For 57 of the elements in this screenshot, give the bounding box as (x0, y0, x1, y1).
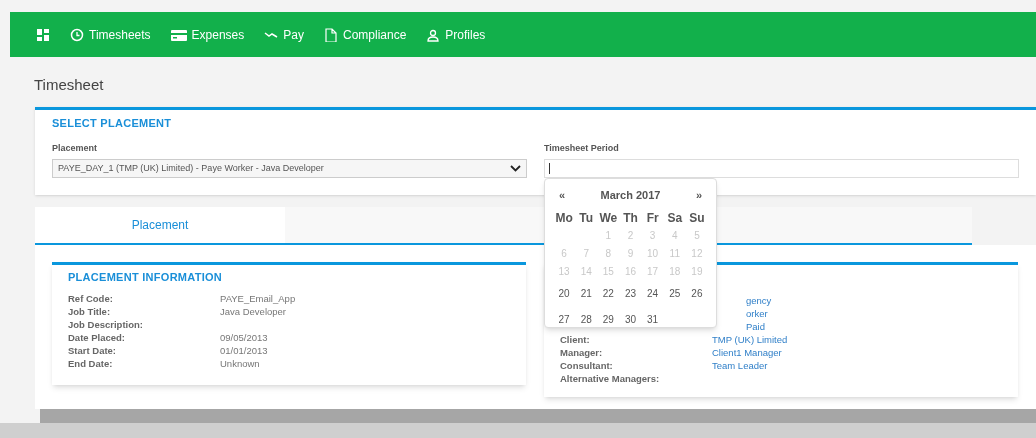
field-label: Date Placed: (68, 330, 127, 344)
field-label: Timesheet Period (544, 141, 620, 155)
field-value: PAYE_Email_App (220, 291, 296, 305)
weekday-label: Sa (666, 209, 684, 227)
previous-month-button[interactable]: « (559, 187, 566, 204)
value-link[interactable]: Team Leader (712, 359, 768, 372)
field-label: Start Date: (68, 343, 118, 357)
value-link[interactable]: Client1 Manager (712, 346, 782, 359)
section-heading: SELECT PLACEMENT (52, 116, 173, 131)
field-value: Java Developer (220, 304, 286, 318)
field-label: Job Title: (68, 304, 112, 318)
user-icon (426, 27, 441, 42)
next-month-button[interactable]: » (695, 187, 702, 204)
calendar-day[interactable]: 23 (619, 280, 642, 307)
month-title[interactable]: March 2017 (600, 187, 661, 204)
field-label: Placement (52, 141, 99, 155)
calendar-day[interactable]: 20 (553, 280, 576, 307)
value-link[interactable]: orker (746, 307, 768, 320)
field-label: Consultant: (560, 359, 614, 372)
field-label: Client: (560, 333, 591, 346)
timesheet-period-field[interactable] (544, 159, 1019, 178)
value-link[interactable]: Paid (746, 320, 765, 333)
value-link[interactable]: gency (746, 294, 772, 307)
calendar-day[interactable]: 30 (619, 306, 642, 333)
weekday-label: Th (622, 209, 639, 227)
calendar-day[interactable]: 31 (641, 306, 664, 333)
calendar-day[interactable]: 21 (575, 280, 598, 307)
field-label: End Date: (68, 356, 114, 370)
field-label: Ref Code: (68, 291, 114, 305)
document-icon (323, 27, 338, 42)
field-label: Alternative Managers: (560, 372, 661, 385)
weekday-label: Mo (554, 209, 574, 227)
weekday-label: Su (688, 209, 706, 227)
clock-icon (70, 27, 84, 42)
weekday-label: We (598, 209, 619, 227)
card-icon (170, 27, 187, 42)
weekday-label: Fr (645, 209, 660, 227)
calendar-day[interactable]: 26 (685, 280, 708, 307)
field-label: Manager: (560, 346, 604, 359)
tab[interactable]: Placement (35, 207, 285, 243)
calendar-day[interactable]: 27 (553, 306, 576, 333)
chevron-down-icon (510, 165, 521, 172)
calendar-day[interactable]: 29 (597, 306, 620, 333)
calendar-day[interactable]: 22 (597, 280, 620, 307)
field-value: Unknown (220, 356, 260, 370)
field-label: Job Description: (68, 317, 144, 331)
field-value: 09/05/2013 (220, 330, 268, 344)
page-title: Timesheet (34, 75, 105, 94)
calendar-day[interactable]: 24 (641, 280, 664, 307)
calendar-day[interactable]: 28 (575, 306, 598, 333)
calendar-day[interactable]: 25 (663, 280, 686, 307)
section-heading: PLACEMENT INFORMATION (68, 270, 224, 285)
value-link[interactable]: TMP (UK) Limited (712, 333, 788, 346)
grid-icon[interactable] (36, 27, 50, 42)
weekday-label: Tu (578, 209, 595, 227)
placement-dropdown[interactable]: PAYE_DAY_1 (TMP (UK) Limited) - Paye Worker - Java Developer (52, 159, 527, 178)
field-value: 01/01/2013 (220, 343, 268, 357)
